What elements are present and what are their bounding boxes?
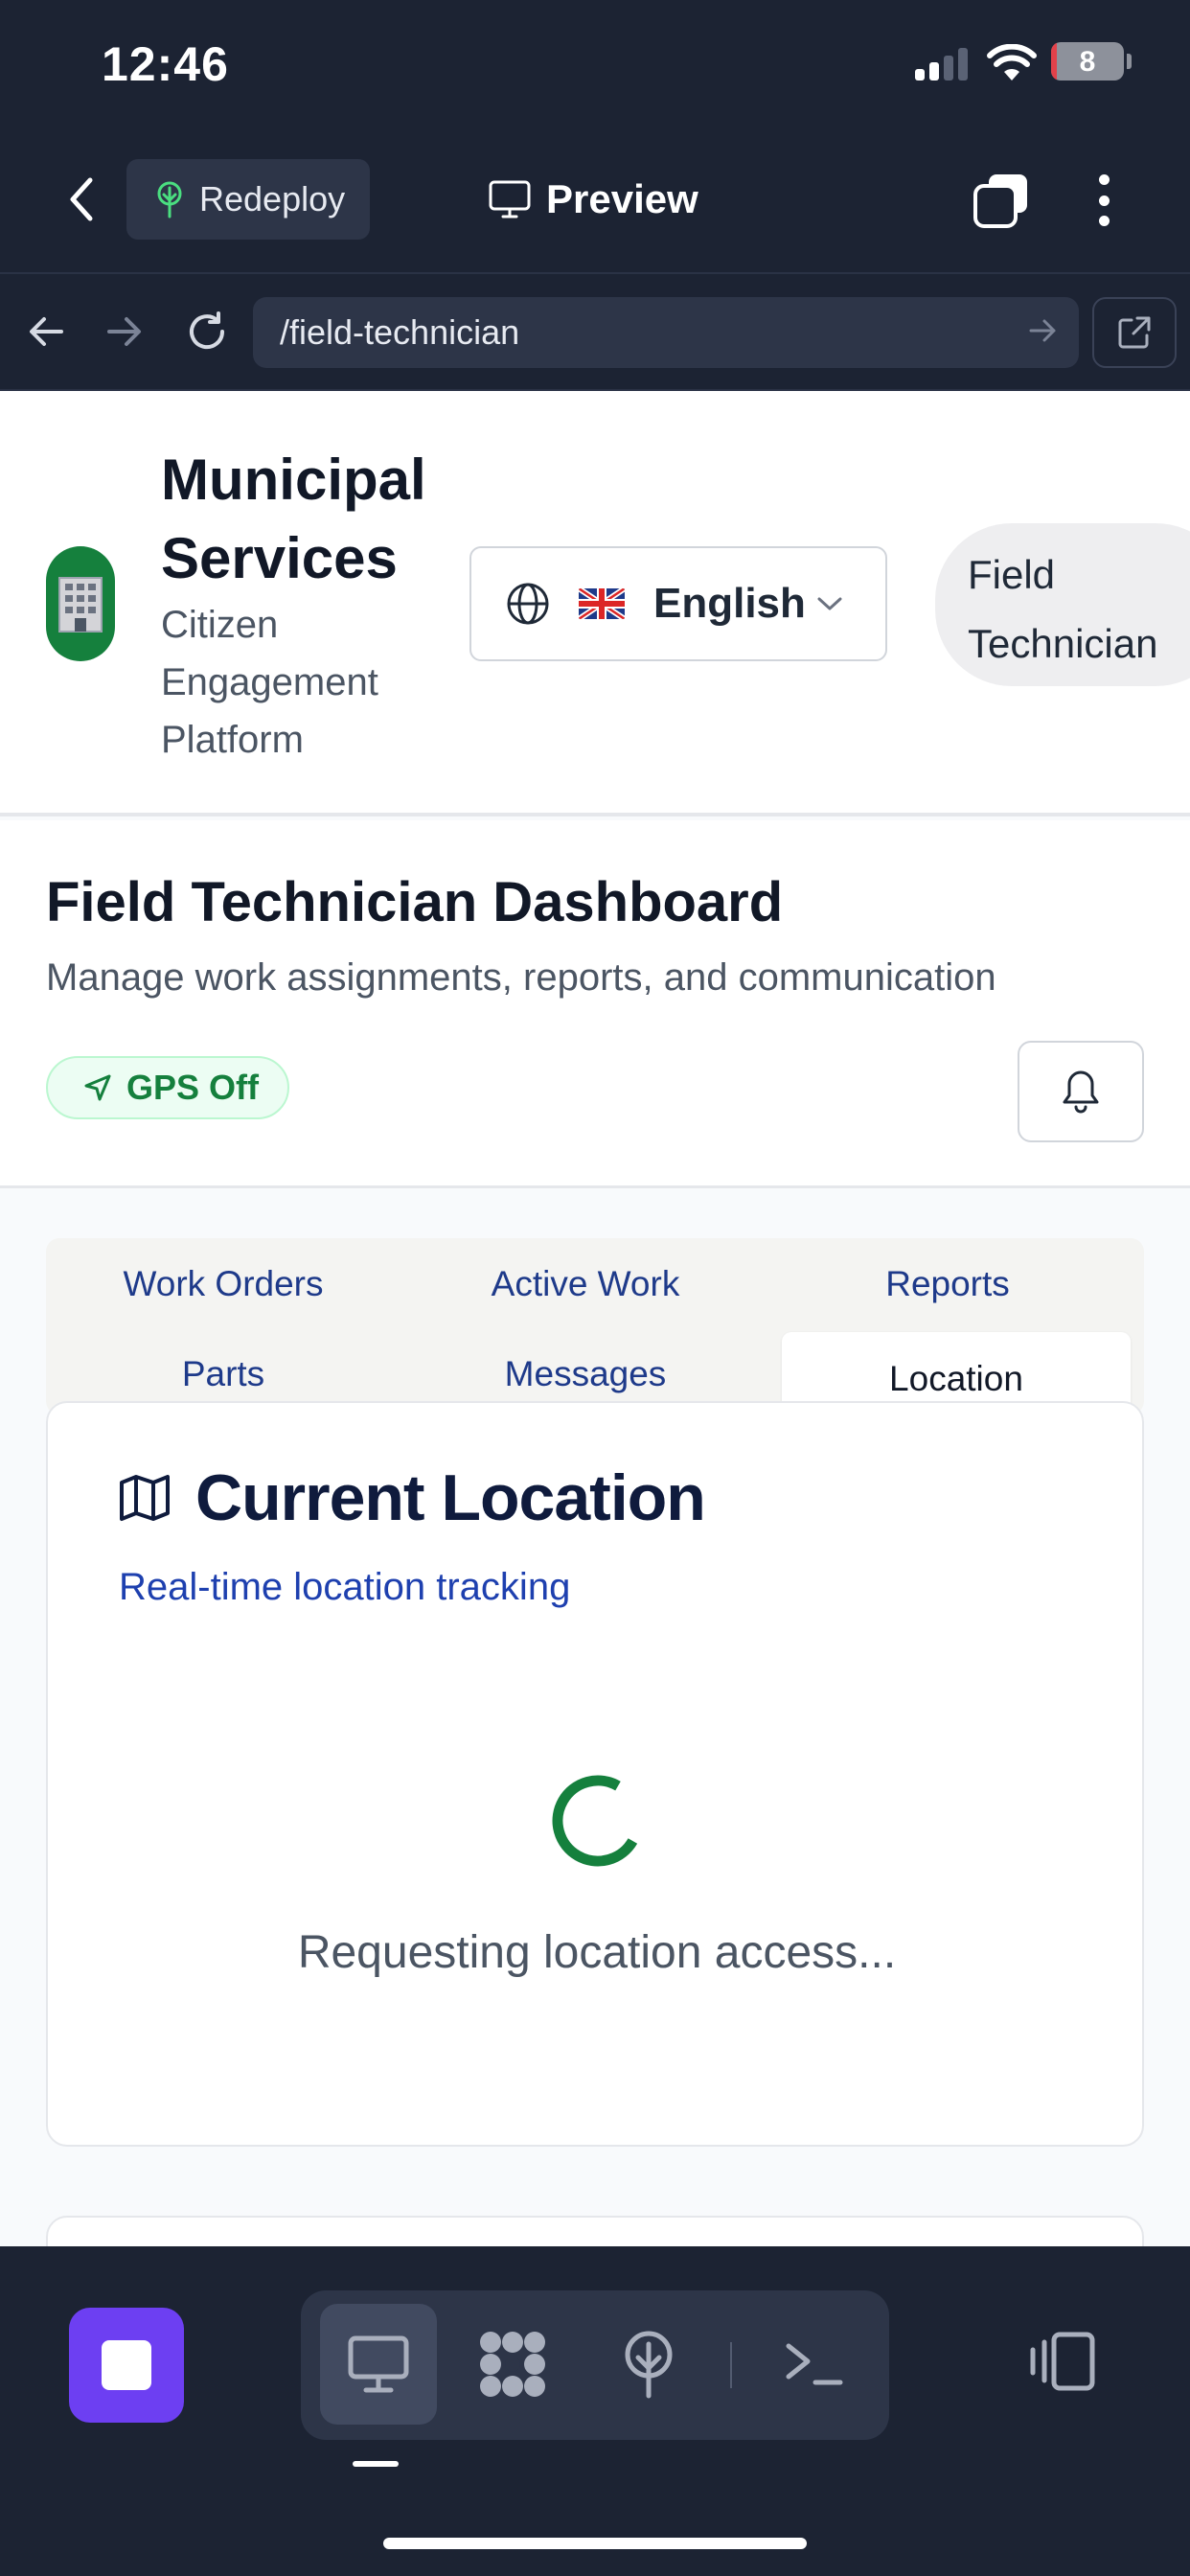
page-subtitle: Manage work assignments, reports, and co… [46,956,996,999]
chevron-left-icon [70,177,93,221]
status-bar: 12:46 8 [0,0,1190,134]
deploy-tree-icon [625,2331,673,2399]
cellular-signal-icon [915,48,969,80]
back-button[interactable] [57,171,105,228]
navigation-icon [84,1074,111,1101]
tab-active-work[interactable]: Active Work [408,1248,763,1321]
card-header: Current Location [119,1460,706,1535]
next-card [46,2216,1144,2246]
browser-url-bar: /field-technician [0,276,1190,391]
brand-title: Municipal Services [161,448,426,590]
site-header: Municipal Services Citizen Engagement Pl… [0,391,1190,816]
tree-icon [157,181,182,218]
monitor-icon [348,2335,409,2393]
chevron-down-icon [817,597,842,610]
bottom-toolbar [0,2246,1190,2576]
browser-back-button[interactable] [19,305,73,358]
loading-text: Requesting location access... [297,1927,897,1978]
page-title: Field Technician Dashboard [46,871,784,933]
monitor-icon [489,180,531,218]
dashboard-tabs: Work Orders Active Work Reports Parts Me… [46,1238,1144,1414]
integrations-tool-button[interactable] [454,2304,571,2425]
preview-tool-button[interactable] [320,2304,437,2425]
loading-spinner-icon [552,1775,638,1867]
tool-separator [730,2342,732,2388]
notifications-button[interactable] [1018,1041,1144,1142]
battery-icon: 8 [1051,42,1124,80]
browser-forward-button[interactable] [98,305,151,358]
arrow-right-icon[interactable] [1027,314,1060,347]
deploy-tool-button[interactable] [590,2304,707,2425]
location-card: Current Location Real-time location trac… [46,1401,1144,2147]
building-logo-icon [46,546,115,661]
language-select[interactable]: English [469,546,887,661]
tab-reports[interactable]: Reports [770,1248,1125,1321]
preview-tab[interactable]: Preview [489,169,698,230]
device-toggle-button[interactable] [1019,2304,1106,2419]
active-tool-indicator [353,2461,399,2467]
redeploy-button[interactable]: Redeploy [126,159,370,240]
more-vertical-icon[interactable] [1085,171,1123,230]
home-indicator [383,2538,807,2549]
brand-subtitle: Citizen Engagement Platform [161,604,378,761]
globe-icon [507,583,549,625]
url-input[interactable]: /field-technician [253,297,1079,368]
tool-group [301,2290,889,2440]
browser-reload-button[interactable] [180,305,234,358]
arrow-left-icon [30,317,63,346]
wifi-icon [987,44,1037,80]
bell-icon [1063,1070,1099,1114]
dashboard-header: Field Technician Dashboard Manage work a… [0,820,1190,1188]
external-link-icon [1118,316,1151,349]
preview-label: Preview [546,176,698,221]
gps-status-badge: GPS Off [46,1056,289,1119]
card-subtitle: Real-time location tracking [119,1566,571,1608]
app-bar: Redeploy Preview [0,134,1190,274]
map-icon [120,1475,170,1521]
battery-tip [1127,54,1132,69]
redeploy-label: Redeploy [199,179,346,218]
terminal-tool-button[interactable] [755,2304,872,2425]
language-label: English [653,580,806,627]
card-title: Current Location [195,1461,706,1534]
tab-messages[interactable]: Messages [408,1338,763,1411]
battery-level: 8 [1079,46,1096,78]
device-icon [1030,2332,1095,2391]
arrow-right-icon [107,317,141,346]
url-text: /field-technician [280,312,520,352]
tabs-icon[interactable] [972,171,1031,230]
web-page: Municipal Services Citizen Engagement Pl… [0,391,1190,2246]
reload-icon [190,311,225,350]
stop-button[interactable] [69,2308,184,2423]
role-badge: Field Technician [935,523,1190,686]
uk-flag-icon [579,588,625,619]
network-icon [480,2332,545,2397]
terminal-icon [786,2343,843,2385]
tab-work-orders[interactable]: Work Orders [46,1248,400,1321]
open-external-button[interactable] [1092,297,1177,368]
gps-status-label: GPS Off [126,1068,260,1107]
stop-icon [102,2340,151,2390]
status-time: 12:46 [102,37,229,91]
tab-parts[interactable]: Parts [46,1338,400,1411]
